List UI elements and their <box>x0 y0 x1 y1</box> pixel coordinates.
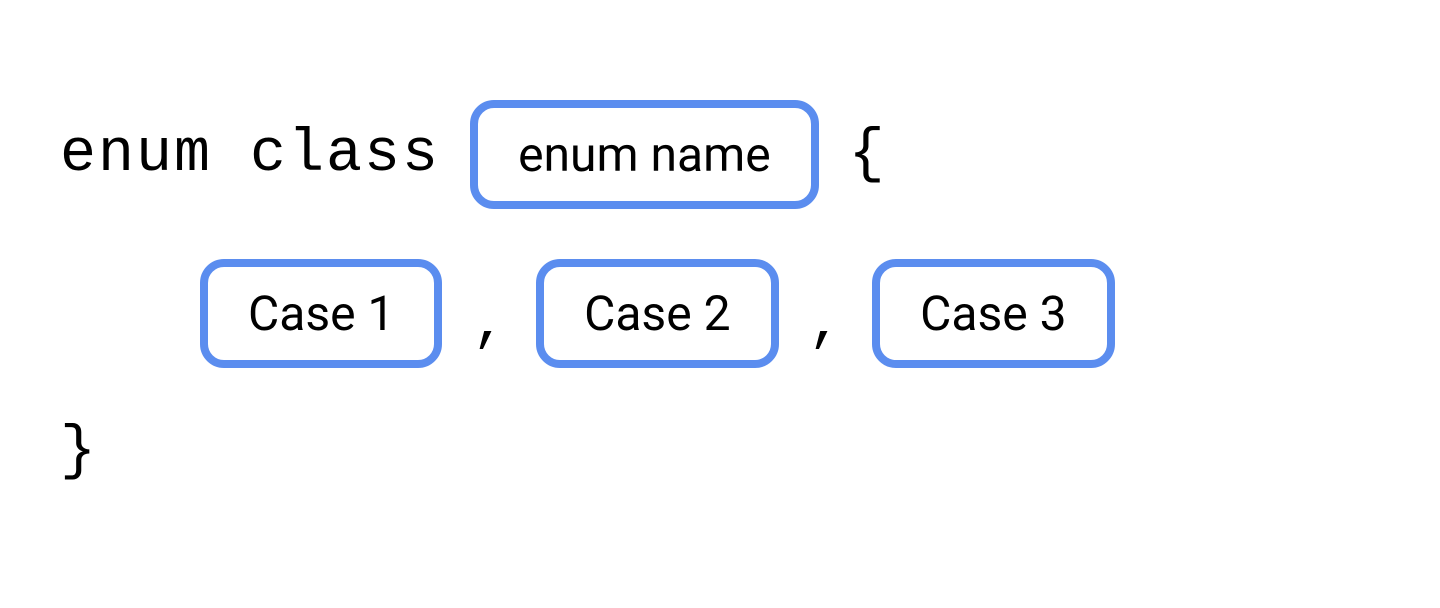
closing-line: } <box>60 418 1380 486</box>
separator-1: , <box>472 272 506 356</box>
open-brace: { <box>849 121 885 189</box>
declaration-line: enum class enum name { <box>60 100 1380 209</box>
case-3-placeholder: Case 3 <box>872 259 1114 368</box>
separator-2: , <box>809 272 843 356</box>
case-1-placeholder: Case 1 <box>200 259 442 368</box>
close-brace: } <box>60 418 96 486</box>
enum-name-placeholder: enum name <box>470 100 819 209</box>
cases-line: Case 1 , Case 2 , Case 3 <box>60 259 1380 368</box>
enum-class-keyword: enum class <box>60 121 440 189</box>
enum-syntax-diagram: enum class enum name { Case 1 , Case 2 ,… <box>60 100 1380 486</box>
case-2-placeholder: Case 2 <box>536 259 778 368</box>
